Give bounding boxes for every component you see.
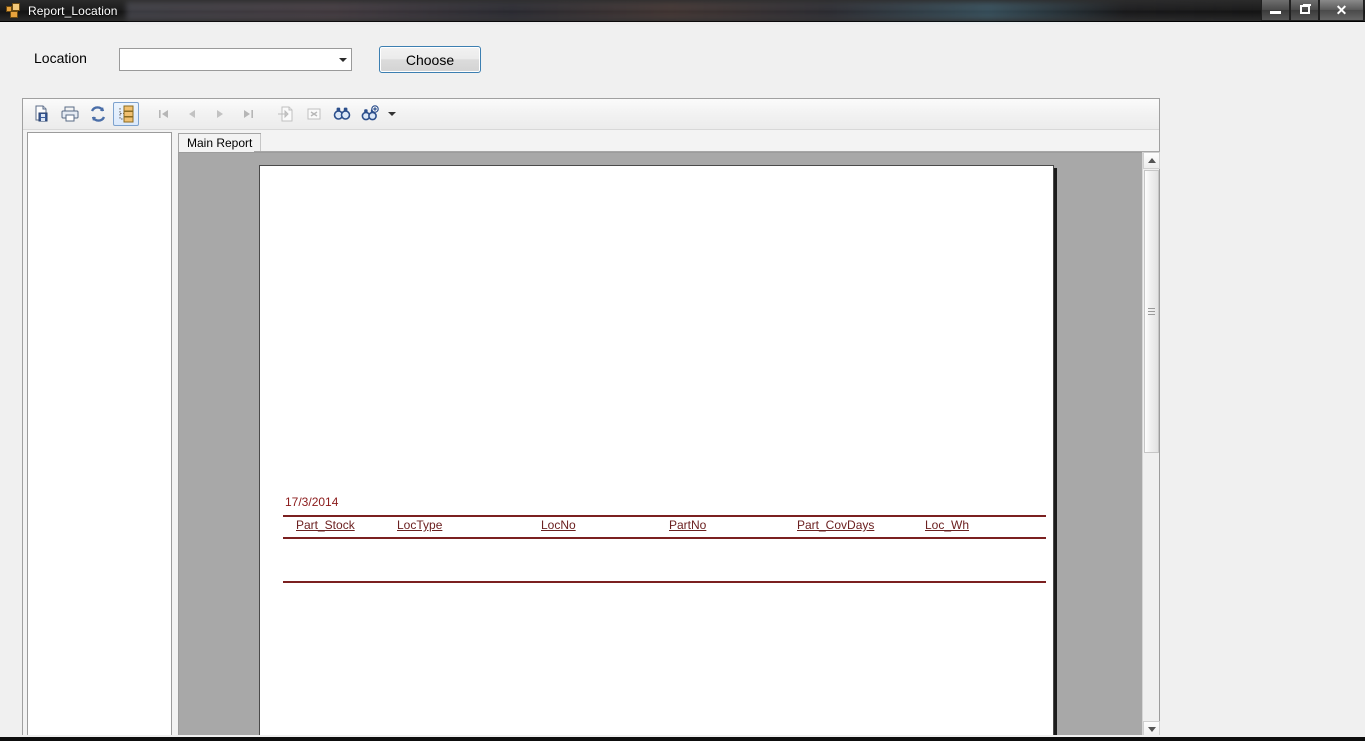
find-text-icon (333, 107, 351, 120)
report-tab-strip: Main Report (178, 132, 1160, 152)
report-canvas: 17/3/2014 Part_Stock LocType LocNo PartN… (178, 152, 1160, 738)
export-report-button[interactable] (29, 102, 55, 126)
next-page-button[interactable] (207, 102, 233, 126)
go-to-page-button[interactable] (273, 102, 299, 126)
find-text-button[interactable] (329, 102, 355, 126)
print-report-icon (61, 106, 79, 122)
report-rule-middle (283, 537, 1046, 539)
report-toolbar (23, 99, 1159, 130)
scroll-up-button[interactable] (1143, 152, 1160, 169)
restore-icon (1299, 4, 1311, 14)
refresh-button[interactable] (85, 102, 111, 126)
print-report-button[interactable] (57, 102, 83, 126)
choose-button[interactable]: Choose (379, 46, 481, 73)
find-next-icon (361, 105, 379, 121)
location-combobox[interactable] (119, 48, 352, 71)
chevron-down-icon (1147, 727, 1156, 732)
group-tree-pane[interactable] (27, 132, 172, 738)
report-date: 17/3/2014 (285, 495, 339, 509)
chevron-down-icon[interactable] (334, 49, 351, 70)
find-next-button[interactable] (357, 102, 383, 126)
application-window: Report_Location ✕ Location Choose Main R… (0, 0, 1365, 741)
last-page-icon (244, 110, 253, 118)
desktop-edge (0, 737, 1365, 741)
last-page-button[interactable] (235, 102, 261, 126)
chevron-up-icon (1147, 158, 1156, 163)
title-bar[interactable]: Report_Location ✕ (0, 0, 1365, 22)
close-button[interactable]: ✕ (1319, 0, 1364, 21)
close-current-view-button[interactable] (301, 102, 327, 126)
report-rule-bottom (283, 581, 1046, 583)
column-header-loctype: LocType (397, 518, 443, 532)
minimize-button[interactable] (1261, 0, 1290, 21)
toggle-group-tree-icon (119, 105, 134, 123)
column-header-partno: PartNo (669, 518, 707, 532)
tab-strip-divider (260, 134, 261, 151)
minimize-icon (1270, 11, 1281, 14)
go-to-page-icon (278, 106, 293, 122)
previous-page-icon (189, 110, 195, 118)
window-controls: ✕ (1261, 0, 1364, 22)
report-page: 17/3/2014 Part_Stock LocType LocNo PartN… (259, 165, 1054, 737)
maximize-button[interactable] (1290, 0, 1319, 21)
close-current-view-icon (307, 108, 321, 120)
report-vertical-scrollbar[interactable] (1142, 152, 1160, 738)
column-header-loc-wh: Loc_Wh (925, 518, 970, 532)
refresh-icon (90, 106, 106, 122)
title-bar-blurred-background (125, 1, 1261, 20)
window-title: Report_Location (28, 3, 118, 18)
export-report-icon (35, 105, 48, 122)
app-icon (6, 2, 22, 19)
scrollbar-thumb[interactable] (1144, 170, 1159, 453)
column-header-locno: LocNo (541, 518, 576, 532)
toggle-group-tree-button[interactable] (113, 102, 139, 126)
tab-main-report[interactable]: Main Report (178, 133, 262, 152)
first-page-button[interactable] (151, 102, 177, 126)
location-label: Location (34, 50, 87, 66)
column-header-part-covdays: Part_CovDays (797, 518, 875, 532)
close-icon: ✕ (1335, 1, 1348, 18)
next-page-icon (217, 110, 223, 118)
first-page-icon (159, 110, 168, 118)
report-rule-top (283, 515, 1046, 517)
report-viewer-panel: Main Report 17/3/2014 Part_Stock LocType… (22, 98, 1160, 741)
column-header-part-stock: Part_Stock (296, 518, 355, 532)
previous-page-button[interactable] (179, 102, 205, 126)
find-next-dropdown-arrow-icon[interactable] (385, 102, 398, 126)
scrollbar-grip-icon (1148, 306, 1155, 317)
